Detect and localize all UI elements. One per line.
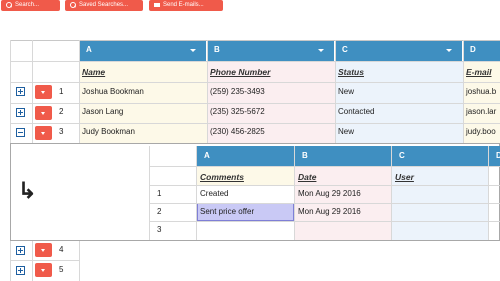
sub-column-header-a[interactable]: A <box>197 146 294 166</box>
field-name-comments: Comments <box>200 172 244 182</box>
grid-line <box>391 146 392 240</box>
sub-column-header-b[interactable]: B <box>295 146 391 166</box>
sub-column-header-d[interactable]: D <box>489 146 500 166</box>
comment-cell[interactable]: Created <box>197 185 294 203</box>
row-number: 1 <box>157 189 162 198</box>
row-number: 2 <box>157 207 162 216</box>
column-letter: D <box>496 151 500 160</box>
column-letter: C <box>399 151 405 160</box>
field-name-date: Date <box>298 172 317 182</box>
column-letter: B <box>302 151 308 160</box>
column-letter: A <box>204 151 210 160</box>
comment-cell[interactable]: Sent price offer <box>197 203 294 221</box>
sub-column-header-c[interactable]: C <box>392 146 488 166</box>
date-cell[interactable]: Mon Aug 29 2016 <box>295 203 391 221</box>
row-number: 3 <box>157 225 162 234</box>
date-cell[interactable]: Mon Aug 29 2016 <box>295 185 391 203</box>
grid-line <box>149 166 500 167</box>
field-name-user: User <box>395 172 414 182</box>
grid-line <box>488 146 489 240</box>
grid-line <box>149 146 150 240</box>
grid-line <box>149 221 500 222</box>
sub-grid: A B C D Comments Date User 1 Created Mon… <box>0 0 500 281</box>
